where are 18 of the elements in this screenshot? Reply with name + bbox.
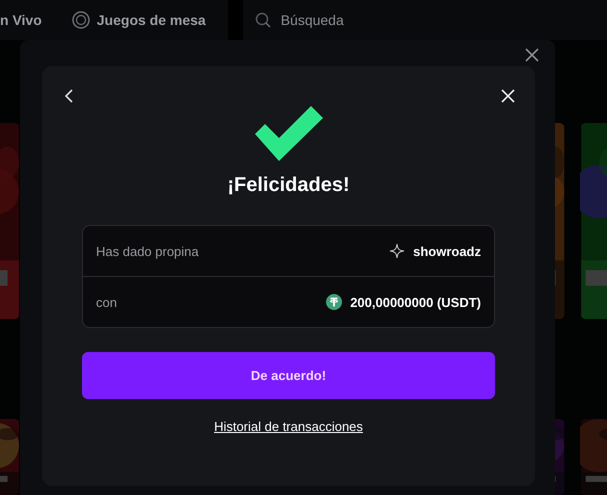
detail-value: 200,00000000 (USDT) <box>350 294 481 310</box>
search-field[interactable]: Búsqueda <box>278 11 483 29</box>
sparkle-icon <box>389 243 406 259</box>
coin-icon <box>326 294 342 310</box>
history-link[interactable]: Historial de transacciones <box>214 419 363 434</box>
nav-link[interactable]: Juegos de mesa <box>96 12 206 28</box>
close-icon <box>501 89 515 103</box>
close-icon <box>525 48 539 62</box>
search-icon <box>254 12 271 28</box>
dialog-title: ¡Felicidades! <box>227 174 350 197</box>
detail-label: Has dado propina <box>96 244 199 258</box>
back-icon <box>65 89 73 103</box>
close-button[interactable] <box>525 48 539 62</box>
nav-link[interactable]: n Vivo <box>0 12 42 28</box>
checkmark-icon <box>252 104 324 162</box>
detail-value: showroadz <box>413 244 481 258</box>
confirm-button[interactable]: De acuerdo! <box>82 352 495 399</box>
detail-label: con <box>96 294 117 310</box>
